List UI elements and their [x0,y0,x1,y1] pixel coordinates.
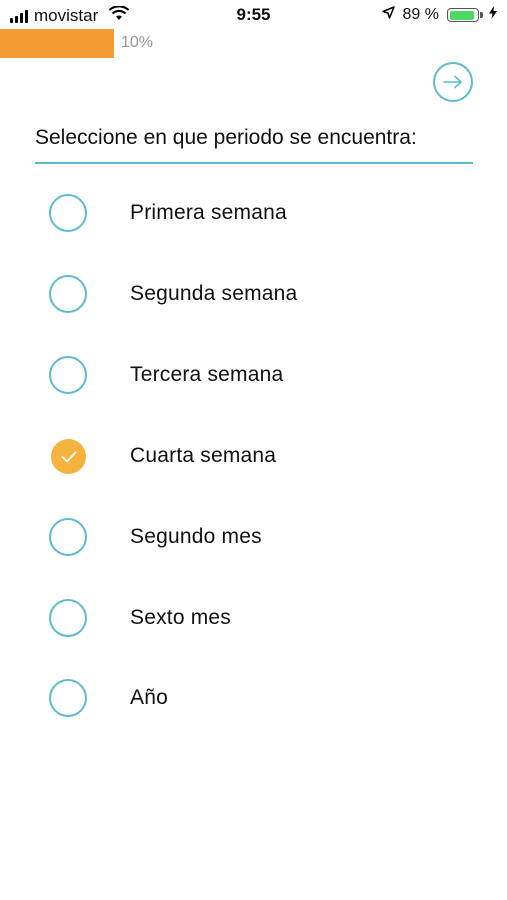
radio-unchecked-icon[interactable] [49,679,87,717]
option-segundo-mes[interactable]: Segundo mes [35,507,473,567]
option-cuarta-semana[interactable]: Cuarta semana [35,426,473,486]
option-label: Cuarta semana [130,444,277,467]
option-sexto-mes[interactable]: Sexto mes [35,588,473,648]
option-label: Segundo mes [130,525,262,548]
option-ano[interactable]: Año [35,668,473,728]
progress-label: 10% [121,34,154,51]
checkmark-icon [61,451,76,462]
arrow-right-circle-icon [443,75,462,89]
option-tercera-semana[interactable]: Tercera semana [35,345,473,405]
option-label: Primera semana [130,201,287,224]
question-underline [35,162,473,164]
radio-unchecked-icon[interactable] [49,599,87,637]
battery-icon [447,8,483,22]
battery-level [449,10,474,20]
status-right: 89 % [381,6,497,24]
radio-unchecked-icon[interactable] [49,356,87,394]
charging-bolt-icon [489,6,497,24]
location-arrow-icon [381,6,395,24]
radio-unchecked-icon[interactable] [49,518,87,556]
progress-fill [0,29,114,58]
status-bar: movistar 9:55 89 % [0,0,507,30]
option-label: Tercera semana [130,363,284,386]
radio-checked-icon[interactable] [51,439,86,474]
option-primera-semana[interactable]: Primera semana [35,183,473,243]
battery-percent: 89 % [402,6,439,23]
option-label: Sexto mes [130,606,232,629]
next-button[interactable] [433,62,473,102]
radio-unchecked-icon[interactable] [49,194,87,232]
option-segunda-semana[interactable]: Segunda semana [35,264,473,324]
question-title: Seleccione en que periodo se encuentra: [35,126,417,149]
radio-unchecked-icon[interactable] [49,275,87,313]
option-label: Año [130,686,168,709]
option-label: Segunda semana [130,282,298,305]
progress-bar [0,29,114,58]
